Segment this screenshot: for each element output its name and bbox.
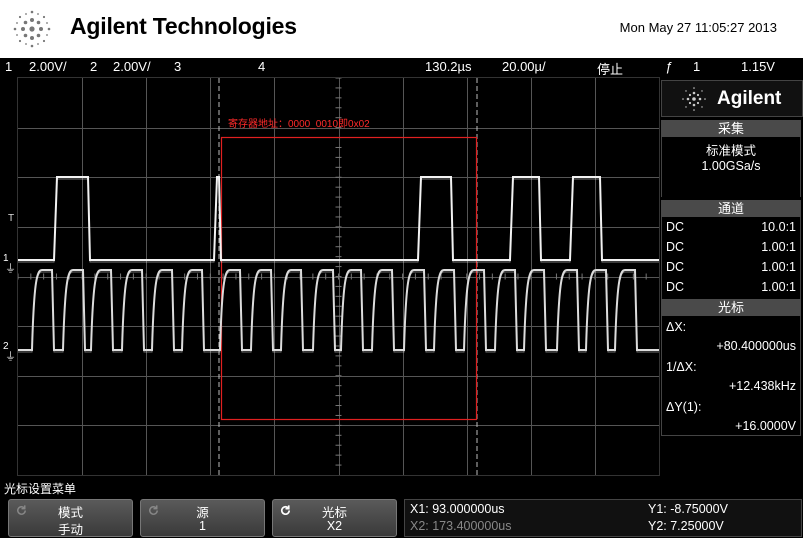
acquire-section: 标准模式 1.00GSa/s (661, 137, 801, 197)
ground-symbol-icon: ⏚ (5, 351, 16, 363)
header-bar: Agilent Technologies Mon May 27 11:05:27… (0, 0, 803, 58)
channel-row: DC 1.00:1 (666, 240, 796, 258)
agilent-spark-logo-icon (13, 10, 51, 48)
x1-readout: X1: 93.000000us (410, 502, 505, 516)
cursor-section: ΔX: +80.400000us 1/ΔX: +12.438kHz ΔY(1):… (661, 316, 801, 436)
register-address-annotation: 寄存器地址：0000_0010即0x02 (228, 119, 370, 130)
softkey-menu-title: 光标设置菜单 (4, 482, 77, 496)
channel1-trace-noise (18, 178, 659, 263)
delta-y-label: ΔY(1): (666, 400, 702, 414)
channel-row: DC 1.00:1 (666, 260, 796, 278)
ch1-scale[interactable]: 2.00V/ (29, 59, 67, 74)
ch2-number[interactable]: 2 (90, 59, 97, 74)
sample-rate: 1.00GSa/s (701, 159, 761, 173)
agilent-spark-small-icon (682, 87, 706, 111)
channel-row: DC 10.0:1 (666, 220, 796, 238)
ch4-number[interactable]: 4 (258, 59, 265, 74)
probe-ratio: 1.00:1 (761, 260, 796, 274)
channel-row: DC 1.00:1 (666, 280, 796, 298)
probe-ratio: 10.0:1 (761, 220, 796, 234)
cursor-section-header: 光标 (661, 299, 801, 316)
cursor-readout-panel: X1: 93.000000us X2: 173.400000us Y1: -8.… (404, 499, 802, 537)
delta-y-label-row: ΔY(1): (666, 400, 796, 418)
channel-coupling: DC (666, 280, 685, 294)
delta-y-value: +16.0000V (735, 419, 796, 433)
cursor-source-value: 1 (199, 519, 206, 533)
y2-readout: Y2: 7.25000V (648, 519, 724, 533)
run-state[interactable]: 停止 (597, 59, 623, 78)
channel-coupling: DC (666, 240, 685, 254)
cursor-mode-value: 手动 (57, 523, 83, 537)
waveform-display[interactable]: 寄存器地址：0000_0010即0x02 (17, 77, 660, 476)
cursor-select-softkey[interactable]: 光标 X2 (272, 499, 397, 537)
date-time: Mon May 27 11:05:27 2013 (619, 20, 777, 35)
x2-readout: X2: 173.400000us (410, 519, 512, 533)
cursor-mode-softkey[interactable]: 模式 手动 (8, 499, 133, 537)
inverse-delta-x-value: +12.438kHz (728, 379, 796, 393)
inverse-delta-x-value-row: +12.438kHz (666, 379, 796, 397)
ch1-number[interactable]: 1 (5, 59, 12, 74)
delta-x-label-row: ΔX: (666, 320, 796, 338)
delta-x-value-row: +80.400000us (666, 339, 796, 357)
ground-symbol-icon: ⏚ (5, 263, 16, 275)
delta-x-label: ΔX: (666, 320, 687, 334)
brand-name: Agilent Technologies (70, 13, 297, 39)
acquire-section-header: 采集 (661, 120, 801, 137)
trigger-source[interactable]: 1 (693, 59, 700, 74)
marker-gutter: T 1 ⏚ 2 ⏚ (0, 77, 17, 474)
channel2-trace-noise (18, 271, 659, 353)
channel-status-bar: 1 2.00V/ 2 2.00V/ 3 4 130.2µs 20.00µ/ 停止… (0, 58, 803, 78)
trigger-level-marker[interactable]: T (8, 213, 14, 224)
trigger-level[interactable]: 1.15V (741, 59, 775, 74)
acquire-mode: 标准模式 (705, 144, 756, 158)
inverse-delta-x-label: 1/ΔX: (666, 360, 697, 374)
side-info-panel: Agilent 采集 标准模式 1.00GSa/s 通道 DC 10.0:1 D… (660, 79, 803, 477)
cursor-source-softkey[interactable]: 源 1 (140, 499, 265, 537)
waveform-graticule (18, 78, 659, 475)
ch3-number[interactable]: 3 (174, 59, 181, 74)
channel-section: DC 10.0:1 DC 1.00:1 DC 1.00:1 DC 1.00:1 (661, 217, 801, 299)
probe-ratio: 1.00:1 (761, 280, 796, 294)
delta-x-value: +80.400000us (716, 339, 796, 353)
channel1-trace (18, 176, 659, 261)
channel-section-header: 通道 (661, 200, 801, 217)
channel-coupling: DC (666, 260, 685, 274)
side-logo-text: Agilent (717, 88, 782, 109)
trigger-slope-icon: ƒ (665, 59, 673, 74)
y1-readout: Y1: -8.75000V (648, 502, 728, 516)
channel-coupling: DC (666, 220, 685, 234)
inverse-delta-x-label-row: 1/ΔX: (666, 360, 796, 378)
timebase-scale[interactable]: 20.00µ/ (502, 59, 546, 74)
ch2-scale[interactable]: 2.00V/ (113, 59, 151, 74)
horizontal-delay[interactable]: 130.2µs (425, 59, 472, 74)
probe-ratio: 1.00:1 (761, 240, 796, 254)
channel2-trace (18, 269, 659, 351)
cursor-select-value: X2 (326, 519, 343, 533)
side-logo: Agilent (661, 80, 803, 117)
delta-y-value-row: +16.0000V (666, 419, 796, 437)
